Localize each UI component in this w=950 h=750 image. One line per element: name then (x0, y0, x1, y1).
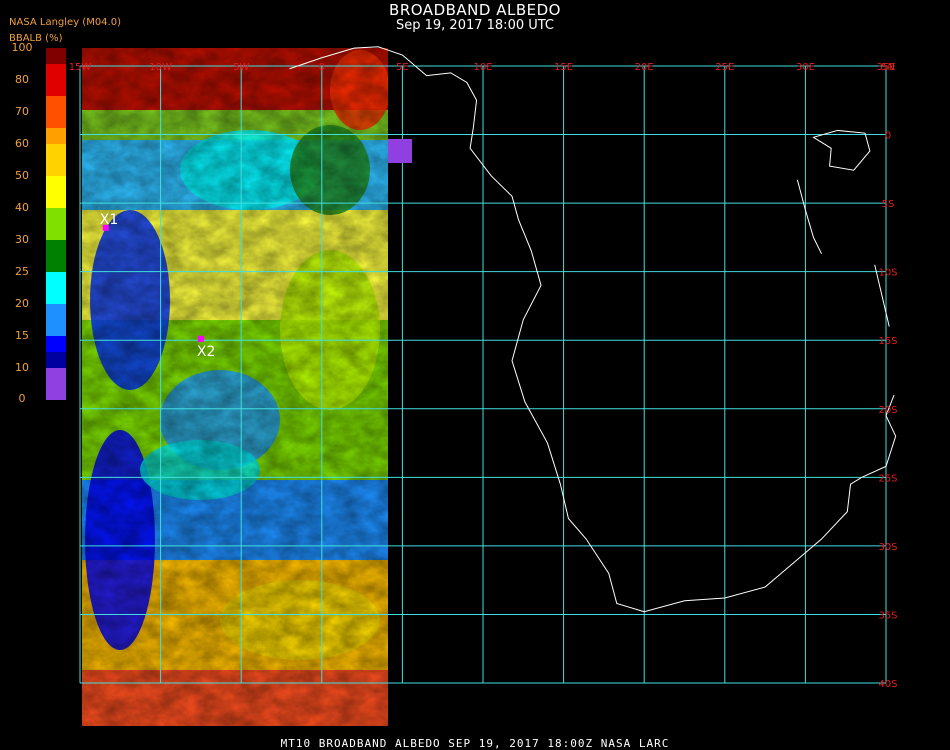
lat-label: 20S (878, 405, 897, 416)
colorbar-swatch (46, 208, 66, 240)
colorbar-tick-label: 40 (15, 201, 29, 214)
colorbar-swatch (46, 272, 66, 304)
lon-label: 25E (715, 62, 734, 73)
marker-dot (197, 335, 204, 342)
colorbar-swatch (46, 144, 66, 176)
colorbar-tick-label: 50 (15, 169, 29, 182)
lon-label: 30E (796, 62, 815, 73)
lat-label: 5S (882, 199, 895, 210)
colorbar-swatch (46, 176, 66, 208)
colorbar-swatch (46, 368, 66, 400)
coastline-lake-tanganyika (796, 179, 822, 255)
producer-label: NASA Langley (M04.0) (9, 17, 121, 28)
colorbar-swatch (46, 352, 66, 368)
swath-patch (388, 139, 412, 163)
coastline-lake-victoria (812, 129, 871, 171)
colorbar-tick-label: 20 (15, 297, 29, 310)
map-subtitle: Sep 19, 2017 18:00 UTC (395, 18, 555, 33)
colorbar-tick-label: 70 (15, 105, 29, 118)
map-panel: 15W 10W 5W 0 5E 10E 15E 20E 25E 30E 35E 5N 0 5S 10S 15S… (0, 0, 950, 750)
lon-label: 20E (635, 62, 654, 73)
colorbar-tick-label: 60 (15, 137, 29, 150)
lat-label: 30S (878, 542, 897, 553)
colorbar-tick-label: 100 (11, 41, 33, 54)
albedo-map: 15W 10W 5W 0 5E 10E 15E 20E 25E 30E 35E5N05S10S15S… (69, 46, 898, 726)
lat-label: 15S (878, 336, 897, 347)
lon-label: 0 (319, 62, 325, 73)
lon-label: 10E (473, 62, 492, 73)
colorbar-tick-label: 30 (15, 233, 29, 246)
albedo-swath (82, 48, 388, 726)
lat-label: 10S (878, 268, 897, 279)
lat-label: 35S (878, 610, 897, 621)
lon-label: 5E (396, 62, 409, 73)
colorbar-swatch (46, 240, 66, 272)
colorbar-tick-label: 15 (15, 329, 29, 342)
colorbar-tick-label: 10 (15, 361, 29, 374)
colorbar-swatch (46, 304, 66, 336)
marker-label: X2 (197, 344, 216, 360)
colorbar-swatch (46, 48, 66, 64)
lon-label: 5W (233, 62, 249, 73)
footer-caption: MT10 BROADBAND ALBEDO SEP 19, 2017 18:00… (280, 737, 670, 750)
lat-label: 0 (885, 131, 891, 142)
marker-label: X1 (100, 212, 119, 228)
colorbar-swatch (46, 96, 66, 128)
colorbar-swatch (46, 128, 66, 144)
colorbar-swatch (46, 336, 66, 352)
lat-label: 5N (881, 62, 895, 73)
colorbar-tick-label: 25 (15, 265, 29, 278)
map-title: BROADBAND ALBEDO (389, 1, 561, 19)
colorbar-tick-label: 80 (15, 73, 29, 86)
lon-label: 15W (69, 62, 92, 73)
lat-label: 40S (878, 679, 897, 690)
lat-label: 25S (878, 473, 897, 484)
colorbar-tick-label: 0 (18, 392, 26, 405)
swath-speckle (82, 48, 388, 726)
lon-label: 15E (554, 62, 573, 73)
colorbar-swatch (46, 64, 66, 96)
lon-label: 10W (149, 62, 172, 73)
